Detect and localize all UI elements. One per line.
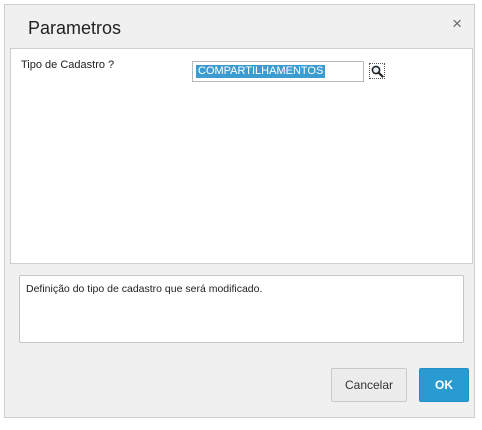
tipo-cadastro-input[interactable]: COMPARTILHAMENTOS xyxy=(192,61,364,82)
parameters-dialog: Parametros × Tipo de Cadastro ? COMPARTI… xyxy=(4,4,475,418)
dialog-title: Parametros xyxy=(28,18,122,38)
description-box: Definição do tipo de cadastro que será m… xyxy=(19,275,464,343)
tipo-cadastro-value: COMPARTILHAMENTOS xyxy=(196,65,326,78)
lookup-button[interactable] xyxy=(369,63,385,79)
close-icon[interactable]: × xyxy=(452,14,462,34)
ok-button[interactable]: OK xyxy=(419,368,469,402)
cancel-button[interactable]: Cancelar xyxy=(331,368,407,402)
search-icon xyxy=(371,65,384,78)
description-text: Definição do tipo de cadastro que será m… xyxy=(26,283,263,295)
tipo-cadastro-label: Tipo de Cadastro ? xyxy=(21,59,115,71)
form-panel: Tipo de Cadastro ? COMPARTILHAMENTOS xyxy=(10,48,473,264)
